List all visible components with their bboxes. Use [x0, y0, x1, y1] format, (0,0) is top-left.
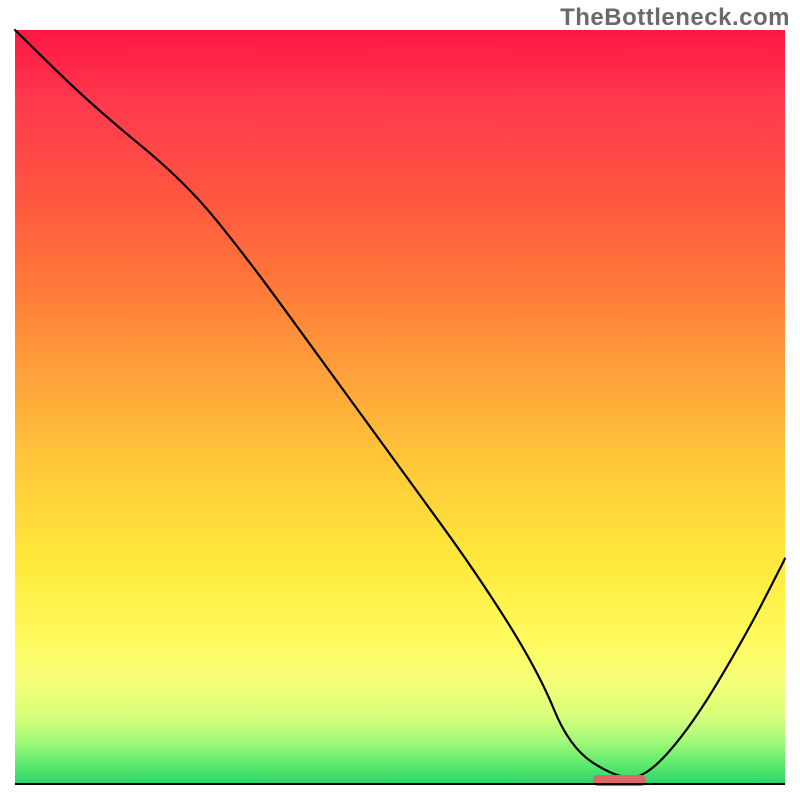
watermark-label: TheBottleneck.com: [560, 4, 790, 32]
curve-layer: [15, 30, 785, 785]
plot-area: [15, 30, 785, 785]
chart-container: TheBottleneck.com: [0, 0, 800, 800]
x-axis-line: [15, 783, 785, 785]
bottleneck-curve: [15, 30, 785, 778]
